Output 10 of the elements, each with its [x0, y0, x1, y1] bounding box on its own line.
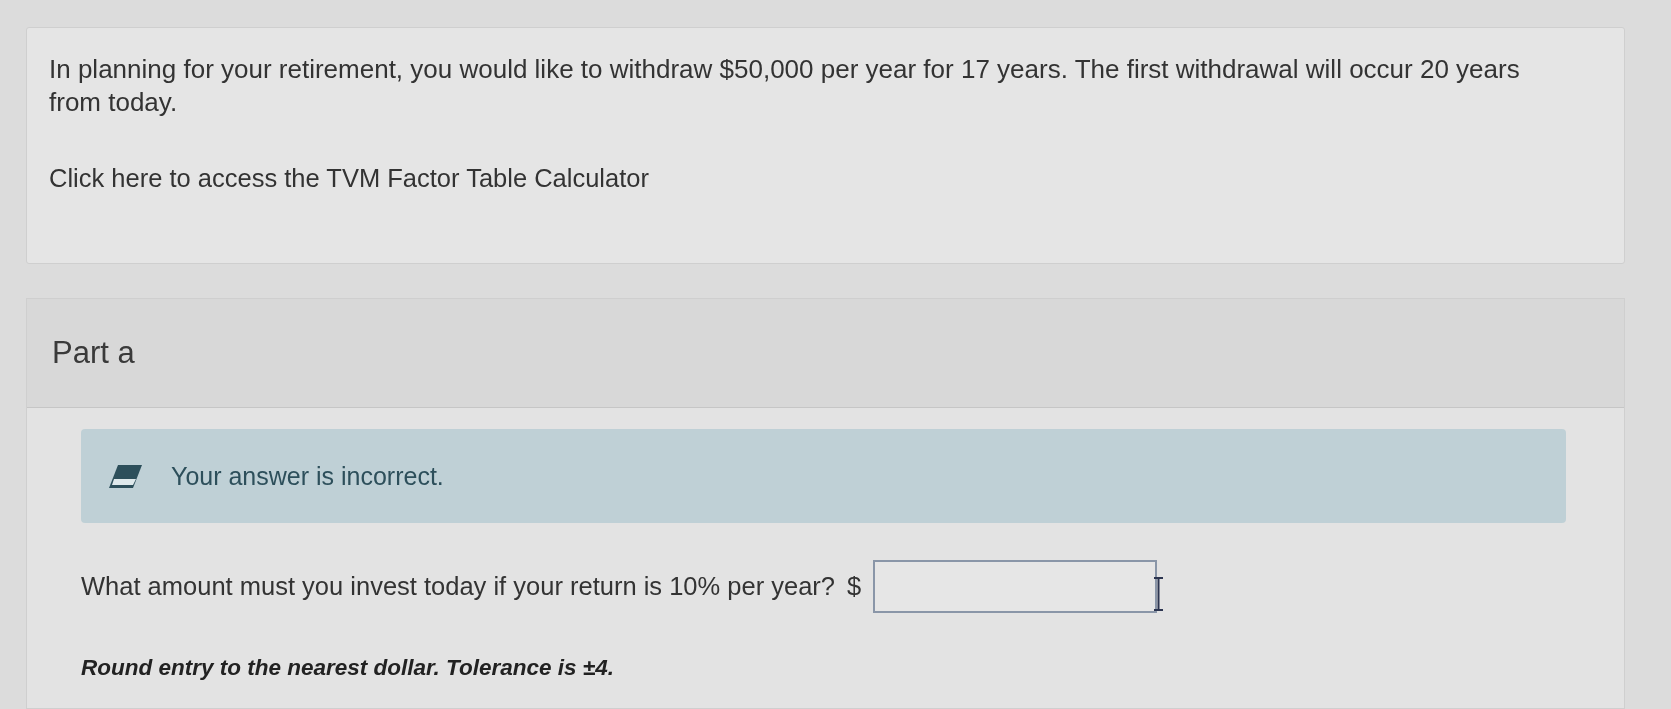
feedback-message: Your answer is incorrect.	[171, 461, 444, 491]
calculator-link[interactable]: Click here to access the TVM Factor Table Calculator	[49, 162, 649, 195]
answer-field[interactable]	[873, 560, 1158, 613]
part-title: Part a	[52, 335, 135, 371]
problem-statement: In planning for your retirement, you would like to withdraw $50,000 per year for 17 years. The first withdrawal will occur 20 years from today.	[49, 53, 1521, 119]
question-prompt: What amount must you invest today if your return is 10% per year?	[81, 572, 836, 601]
eraser-icon	[108, 463, 143, 489]
text-cursor-icon	[1153, 577, 1165, 611]
rounding-hint: Round entry to the nearest dollar. Tolerance is ±4.	[81, 655, 614, 681]
currency-symbol: $	[847, 572, 862, 601]
